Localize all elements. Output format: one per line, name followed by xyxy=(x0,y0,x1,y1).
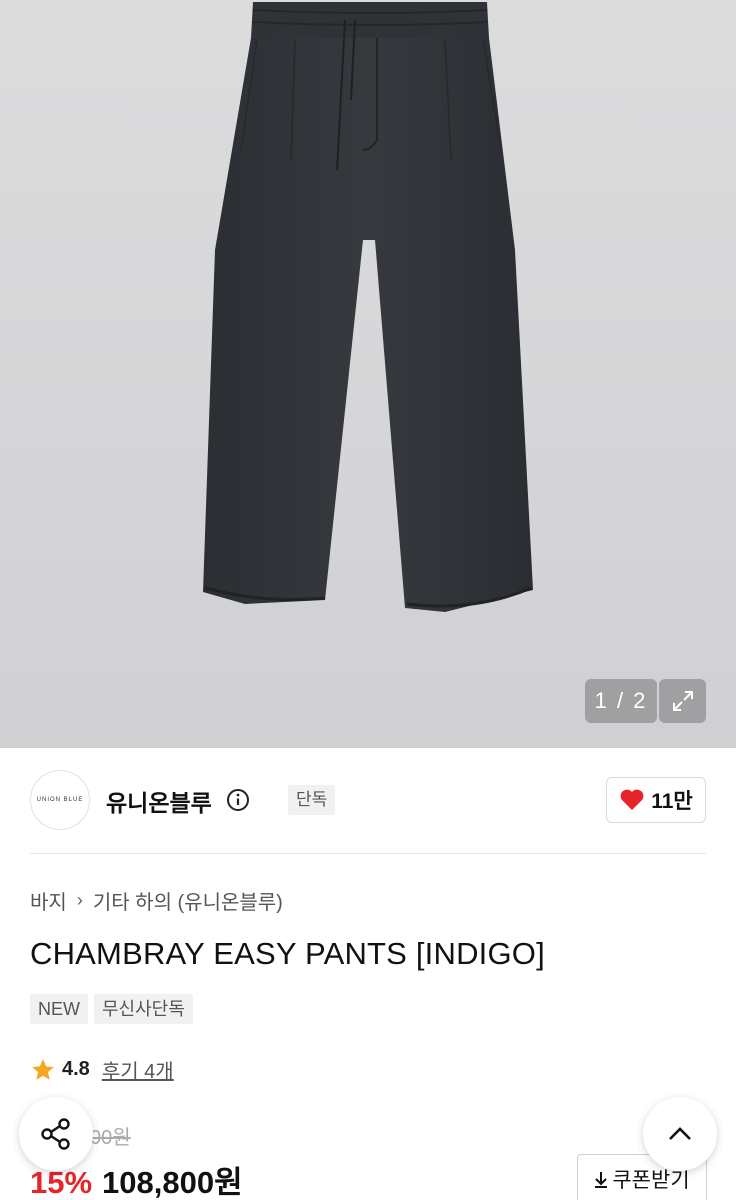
product-title: CHAMBRAY EASY PANTS [INDIGO] xyxy=(30,936,545,971)
chevron-up-icon xyxy=(669,1127,691,1140)
scroll-top-button[interactable] xyxy=(643,1097,717,1171)
brand-row: UNION BLUE 유니온블루 단독 11만 xyxy=(30,770,706,830)
product-detail-page: 1 / 2 UNION BLUE 유니온블루 단독 11만 바지 › 기타 하의… xyxy=(0,0,736,1200)
info-icon[interactable] xyxy=(226,788,250,812)
share-icon xyxy=(41,1118,70,1150)
download-icon xyxy=(595,1172,608,1188)
brand-exclusive-badge: 단독 xyxy=(288,785,336,815)
product-image xyxy=(203,2,533,612)
breadcrumb-subcategory[interactable]: 기타 하의 (유니온블루) xyxy=(93,886,283,915)
product-image-gallery[interactable]: 1 / 2 xyxy=(0,0,736,748)
star-icon xyxy=(32,1058,54,1080)
brand-logo[interactable]: UNION BLUE xyxy=(30,770,90,830)
rating-row: 4.8 후기 4개 xyxy=(30,1055,174,1084)
breadcrumb-category[interactable]: 바지 xyxy=(30,886,67,915)
original-price: 00원 xyxy=(90,1127,131,1149)
expand-icon xyxy=(672,691,693,711)
expand-image-button[interactable] xyxy=(659,679,706,723)
sale-price: 108,800원 xyxy=(102,1165,243,1200)
heart-icon xyxy=(620,789,644,810)
like-count: 11만 xyxy=(651,790,693,813)
rating-value: 4.8 xyxy=(62,1058,90,1080)
share-button[interactable] xyxy=(19,1097,93,1171)
brand-name[interactable]: 유니온블루 xyxy=(106,784,212,818)
product-tags: NEW 무신사단독 xyxy=(30,994,193,1024)
chevron-right-icon: › xyxy=(76,890,83,910)
like-button[interactable]: 11만 xyxy=(606,777,706,823)
tag-new: NEW xyxy=(30,994,88,1024)
review-count-link[interactable]: 후기 4개 xyxy=(102,1055,174,1084)
section-divider xyxy=(30,853,706,854)
tag-musinsa-exclusive: 무신사단독 xyxy=(94,994,193,1024)
breadcrumb: 바지 › 기타 하의 (유니온블루) xyxy=(30,886,283,915)
image-counter: 1 / 2 xyxy=(585,679,657,723)
brand-logo-text: UNION BLUE xyxy=(36,797,84,803)
